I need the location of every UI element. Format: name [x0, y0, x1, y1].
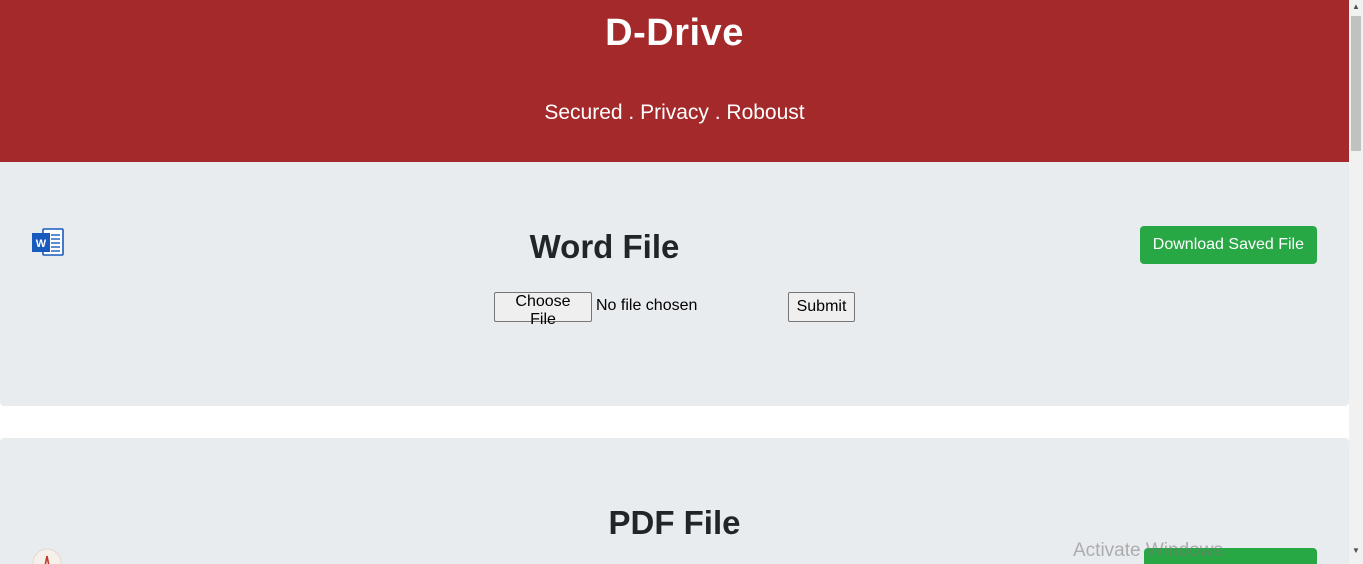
- choose-file-button[interactable]: Choose File: [494, 292, 592, 328]
- scrollbar-thumb[interactable]: [1351, 16, 1361, 151]
- vertical-scrollbar[interactable]: ▲ ▼: [1349, 0, 1363, 564]
- activate-windows-watermark: Activate Windows: [1073, 540, 1223, 561]
- word-file-card: W Word File Download Saved File Choose F…: [0, 162, 1349, 406]
- scroll-down-arrow-icon[interactable]: ▼: [1349, 544, 1363, 558]
- file-status-text: No file chosen: [596, 297, 698, 314]
- site-header: D-Drive Secured . Privacy . Roboust: [0, 0, 1349, 162]
- submit-button[interactable]: Submit: [788, 292, 855, 322]
- site-tagline: Secured . Privacy . Roboust: [544, 101, 805, 124]
- pdf-doc-icon: [32, 548, 62, 564]
- site-title: D-Drive: [605, 12, 744, 54]
- scroll-up-arrow-icon[interactable]: ▲: [1349, 0, 1363, 14]
- download-saved-file-button[interactable]: Download Saved File: [1139, 226, 1317, 264]
- pdf-file-heading: PDF File: [608, 504, 741, 541]
- page: D-Drive Secured . Privacy . Roboust W Wo…: [0, 0, 1349, 564]
